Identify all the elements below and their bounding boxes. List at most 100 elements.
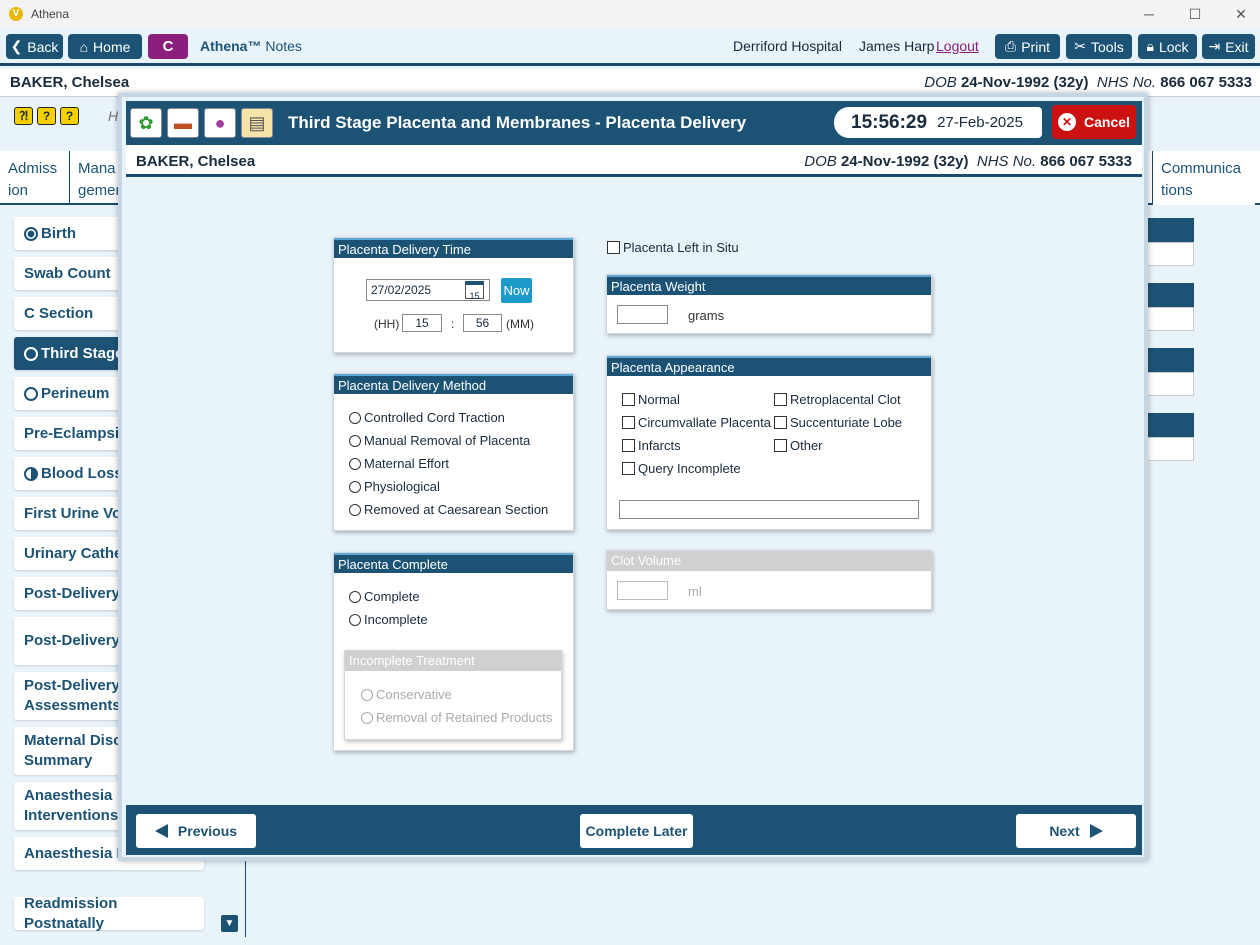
app-section: Notes xyxy=(265,38,302,54)
c-label: C xyxy=(162,38,174,55)
home-icon: ⌂ xyxy=(79,38,89,55)
checkbox-label: Succenturiate Lobe xyxy=(790,415,903,430)
background-section-body xyxy=(1146,372,1194,396)
maximize-icon[interactable]: ☐ xyxy=(1172,0,1218,28)
status-circle-icon xyxy=(24,346,38,361)
radio-label: Manual Removal of Placenta xyxy=(364,433,531,448)
appearance-checkbox[interactable]: Infarcts xyxy=(622,438,681,453)
alert-icons: ⁈ ? ? xyxy=(14,107,79,125)
appearance-checkbox[interactable]: Succenturiate Lobe xyxy=(774,415,902,430)
medication-icon[interactable]: ▬ xyxy=(167,108,199,138)
c-button[interactable]: C xyxy=(148,34,188,59)
delivery-method-header: Placenta Delivery Method xyxy=(334,374,573,394)
next-button[interactable]: Next xyxy=(1016,814,1136,848)
radio-circle-icon xyxy=(361,711,373,724)
scroll-down-icon[interactable]: ▼ xyxy=(221,915,238,932)
radio-option[interactable]: Removed at Caesarean Section xyxy=(349,502,548,517)
nhs-label: NHS No. xyxy=(1096,74,1157,91)
lock-icon: 🔒︎ xyxy=(1146,38,1154,54)
appearance-checkbox[interactable]: Normal xyxy=(622,392,680,407)
background-section-header xyxy=(1146,413,1194,437)
clot-volume-header: Clot Volume xyxy=(607,551,931,571)
appearance-checkbox[interactable]: Query Incomplete xyxy=(622,461,741,476)
radio-option[interactable]: Complete xyxy=(349,589,420,604)
arrow-left-icon xyxy=(154,824,168,838)
sidebar-item-label: Urinary Cathe xyxy=(24,544,123,562)
radio-option[interactable]: Physiological xyxy=(349,479,440,494)
status-circle-icon xyxy=(24,226,38,241)
next-label: Next xyxy=(1049,823,1080,839)
alert-question-icon[interactable]: ? xyxy=(37,107,56,125)
clot-volume-panel: Clot Volume xyxy=(606,550,932,610)
status-circle-icon xyxy=(24,386,38,401)
hour-value: 15 xyxy=(415,316,429,330)
alert-question-icon[interactable]: ? xyxy=(60,107,79,125)
appearance-checkbox[interactable]: Other xyxy=(774,438,823,453)
checkbox-box xyxy=(774,393,787,406)
calendar-icon[interactable]: 15 xyxy=(465,281,484,301)
radio-option[interactable]: Maternal Effort xyxy=(349,456,449,471)
logout-link[interactable]: Logout xyxy=(936,38,979,54)
sidebar-item-label: C Section xyxy=(24,304,94,322)
left-in-situ-checkbox[interactable]: Placenta Left in Situ xyxy=(607,240,739,255)
previous-button[interactable]: Previous xyxy=(136,814,256,848)
tools-button[interactable]: ✂ Tools xyxy=(1066,34,1132,59)
left-in-situ-label: Placenta Left in Situ xyxy=(623,240,739,255)
alert-list-icon[interactable]: ⁈ xyxy=(14,107,33,125)
hour-input[interactable]: 15 xyxy=(402,314,442,332)
clover-icon[interactable]: ✿ xyxy=(130,108,162,138)
print-button[interactable]: ⎙ Print xyxy=(995,34,1060,59)
appearance-checkbox[interactable]: Circumvallate Placenta xyxy=(622,415,771,430)
complete-later-button[interactable]: Complete Later xyxy=(580,814,693,848)
checkbox-box xyxy=(774,416,787,429)
person-arrow-icon[interactable]: ● xyxy=(204,108,236,138)
hh-label: (HH) xyxy=(374,317,400,331)
radio-circle-icon xyxy=(349,411,361,424)
nhs-label: NHS No. xyxy=(976,153,1037,170)
radio-option[interactable]: Manual Removal of Placenta xyxy=(349,433,530,448)
radio-option[interactable]: Controlled Cord Traction xyxy=(349,410,505,425)
placenta-weight-panel: Placenta Weight xyxy=(606,274,932,334)
window-title: Athena xyxy=(31,7,70,21)
sidebar-item[interactable]: Readmission Postnatally xyxy=(14,895,204,932)
app-name: Athena™ Notes xyxy=(200,38,302,54)
complete-later-label: Complete Later xyxy=(585,823,688,839)
home-button[interactable]: ⌂ Home xyxy=(68,34,142,59)
back-button[interactable]: ❮ Back xyxy=(6,34,63,59)
dob-value: 24-Nov-1992 (32y) xyxy=(960,74,1089,91)
minimize-icon[interactable]: ─ xyxy=(1126,0,1172,28)
appearance-checkbox[interactable]: Retroplacental Clot xyxy=(774,392,901,407)
printer-icon: ⎙ xyxy=(1005,38,1017,54)
nhs-value: 866 067 5333 xyxy=(1040,153,1132,170)
sidebar-item-label: Readmission Postnatally xyxy=(24,894,118,932)
appearance-other-input[interactable] xyxy=(619,500,919,519)
status-circle-icon xyxy=(24,466,38,481)
checkbox-label: Circumvallate Placenta xyxy=(638,415,771,430)
minute-input[interactable]: 56 xyxy=(463,314,502,332)
close-icon[interactable]: ✕ xyxy=(1218,0,1260,28)
tab-admission[interactable]: Admiss ion xyxy=(0,151,70,205)
radio-label: Complete xyxy=(364,589,420,604)
tools-icon: ✂ xyxy=(1074,38,1087,54)
tab-management[interactable]: Mana gement xyxy=(70,151,128,205)
mm-label: (MM) xyxy=(506,317,534,331)
radio-option[interactable]: Incomplete xyxy=(349,612,428,627)
background-section-body xyxy=(1146,437,1194,461)
radio-label: Maternal Effort xyxy=(364,456,450,471)
dialog-patient-ids: DOB 24-Nov-1992 (32y) NHS No. 866 067 53… xyxy=(804,153,1132,170)
background-section-body xyxy=(1146,307,1194,331)
now-button[interactable]: Now xyxy=(501,278,532,303)
background-h-letter: H xyxy=(108,108,119,124)
tab-communications[interactable]: Communica tions xyxy=(1152,151,1255,205)
weight-input[interactable] xyxy=(617,305,668,324)
placenta-appearance-header: Placenta Appearance xyxy=(607,356,931,376)
exit-button[interactable]: ⇥ Exit xyxy=(1202,34,1255,59)
radio-option: Conservative xyxy=(361,687,452,702)
background-section-header xyxy=(1146,218,1194,242)
dialog-header: ✿ ▬ ● ▤ Third Stage Placenta and Membran… xyxy=(126,101,1142,145)
checkbox-box xyxy=(774,439,787,452)
cancel-button[interactable]: ✕ Cancel xyxy=(1052,105,1136,139)
notepad-icon[interactable]: ▤ xyxy=(241,108,273,138)
sidebar-item-label: Swab Count xyxy=(24,264,111,282)
lock-button[interactable]: 🔒︎ Lock xyxy=(1138,34,1197,59)
